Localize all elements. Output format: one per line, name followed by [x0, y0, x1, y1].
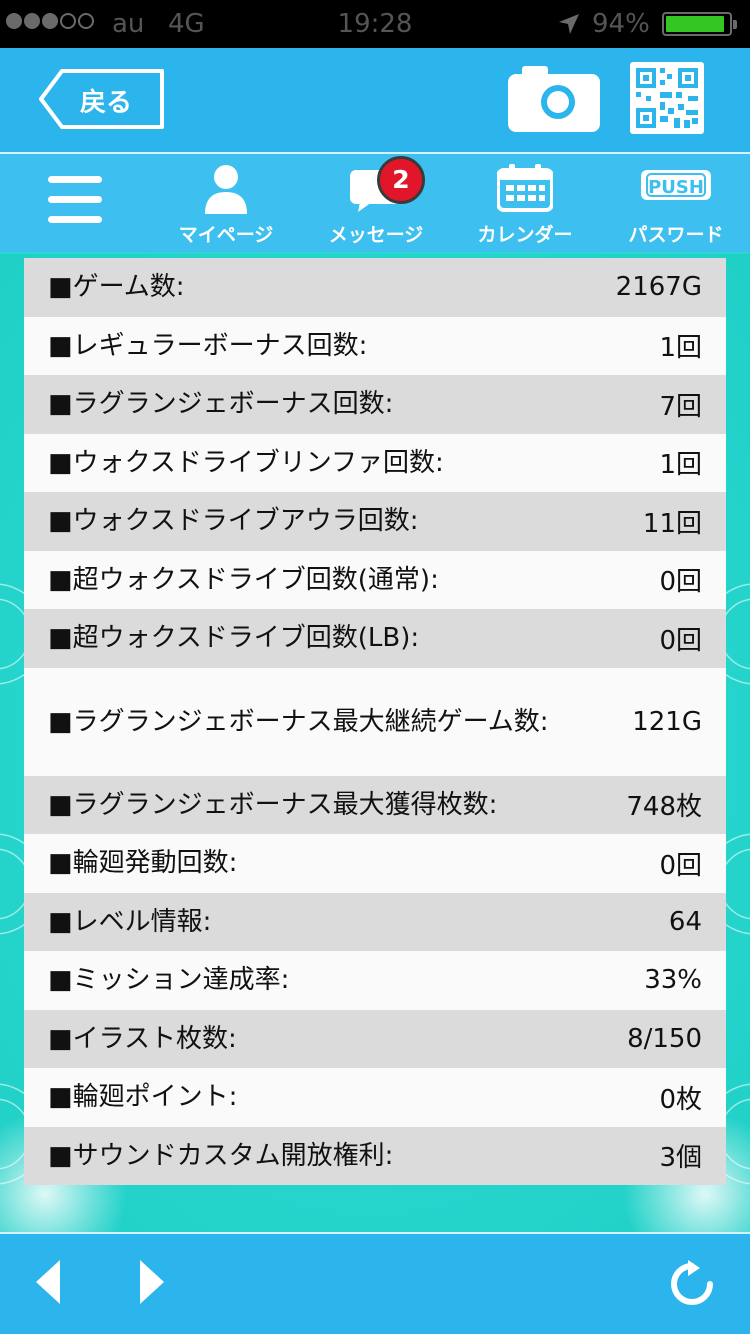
qr-code-button[interactable]: [630, 62, 704, 134]
location-arrow-icon: [559, 14, 579, 34]
stat-value: 2167G: [615, 272, 702, 303]
nav-bar: マイページ メッセージ カレンダー PUSH パスワード: [0, 152, 750, 252]
table-row: ■イラスト枚数: 8/150: [24, 1009, 726, 1068]
stat-value: 1回: [659, 333, 702, 364]
stat-label: ■超ウォクスドライブ回数(通常):: [48, 564, 439, 595]
stat-value: 0枚: [659, 1084, 702, 1115]
header-bar: 戻る: [0, 48, 750, 152]
person-icon: [205, 165, 247, 214]
stat-label: ■超ウォクスドライブ回数(LB):: [48, 623, 420, 654]
nav-item-message[interactable]: メッセージ: [306, 164, 446, 252]
stats-table: ■ゲーム数: 2167G ■レギュラーボーナス回数: 1回 ■ラグランジェボーナ…: [24, 258, 726, 1185]
nav-item-calendar[interactable]: カレンダー: [455, 164, 595, 252]
stat-value: 64: [668, 906, 702, 937]
stat-label: ■サウンドカスタム開放権利:: [48, 1140, 394, 1171]
push-icon: PUSH: [641, 170, 711, 200]
nav-label-password: パスワード: [628, 224, 724, 246]
stat-label: ■レギュラーボーナス回数:: [48, 330, 368, 361]
nav-item-mypage[interactable]: マイページ: [156, 164, 296, 252]
stat-value: 0回: [659, 625, 702, 656]
calendar-icon: [497, 164, 553, 212]
nav-label-calendar: カレンダー: [477, 224, 573, 246]
arrow-right-icon[interactable]: [138, 1258, 166, 1306]
qr-code-icon: [636, 68, 698, 128]
camera-icon[interactable]: [508, 64, 600, 132]
stat-value: 8/150: [627, 1023, 702, 1054]
table-row: ■ラグランジェボーナス最大獲得枚数: 748枚: [24, 775, 726, 834]
stat-value: 121G: [632, 706, 702, 737]
battery-icon: [662, 12, 737, 36]
stat-label: ■ラグランジェボーナス最大獲得枚数:: [48, 789, 498, 820]
status-bar: au 4G 19:28 94%: [0, 0, 750, 48]
message-count-badge: 2: [377, 156, 425, 204]
table-row: ■レベル情報: 64: [24, 892, 726, 951]
nav-label-mypage: マイページ: [178, 224, 274, 246]
stat-label: ■輪廻ポイント:: [48, 1082, 238, 1113]
stat-label: ■ゲーム数:: [48, 272, 185, 303]
table-row: ■ラグランジェボーナス回数: 7回: [24, 375, 726, 434]
stat-value: 33%: [644, 965, 702, 996]
stat-label: ■ラグランジェボーナス最大継続ゲーム数:: [48, 706, 549, 737]
stat-value: 7回: [659, 391, 702, 422]
stat-value: 0回: [659, 567, 702, 598]
arrow-left-icon[interactable]: [34, 1258, 62, 1306]
reload-icon[interactable]: [668, 1260, 716, 1308]
svg-text:PUSH: PUSH: [648, 177, 704, 198]
table-row: ■レギュラーボーナス回数: 1回: [24, 316, 726, 375]
stat-label: ■ウォクスドライブアウラ回数:: [48, 506, 419, 537]
battery-percent: 94%: [592, 9, 650, 39]
table-row: ■ミッション達成率: 33%: [24, 951, 726, 1010]
stat-value: 0回: [659, 850, 702, 881]
stat-label: ■ラグランジェボーナス回数:: [48, 389, 394, 420]
back-button[interactable]: 戻る: [38, 68, 166, 130]
table-row: ■超ウォクスドライブ回数(LB): 0回: [24, 609, 726, 668]
stat-label: ■レベル情報:: [48, 906, 212, 937]
table-row: ■ウォクスドライブリンファ回数: 1回: [24, 433, 726, 492]
table-row: ■サウンドカスタム開放権利: 3個: [24, 1126, 726, 1185]
table-row: ■輪廻発動回数: 0回: [24, 834, 726, 893]
bottom-toolbar: [0, 1232, 750, 1334]
table-row: ■ゲーム数: 2167G: [24, 258, 726, 317]
table-row: ■超ウォクスドライブ回数(通常): 0回: [24, 550, 726, 609]
back-button-label: 戻る: [80, 88, 133, 118]
nav-label-message: メッセージ: [328, 224, 424, 246]
stat-value: 11回: [642, 508, 702, 539]
stat-value: 748枚: [626, 792, 702, 823]
table-row: ■ラグランジェボーナス最大継続ゲーム数: 121G: [24, 667, 726, 776]
table-row: ■ウォクスドライブアウラ回数: 11回: [24, 492, 726, 551]
stat-label: ■イラスト枚数:: [48, 1023, 237, 1054]
table-row: ■輪廻ポイント: 0枚: [24, 1068, 726, 1127]
stat-label: ■ウォクスドライブリンファ回数:: [48, 447, 444, 478]
stat-value: 1回: [659, 450, 702, 481]
hamburger-menu-icon[interactable]: [48, 176, 102, 230]
stat-label: ■輪廻発動回数:: [48, 848, 238, 879]
nav-item-password[interactable]: PUSH パスワード: [606, 164, 746, 252]
stat-label: ■ミッション達成率:: [48, 965, 290, 996]
stat-value: 3個: [659, 1143, 702, 1174]
